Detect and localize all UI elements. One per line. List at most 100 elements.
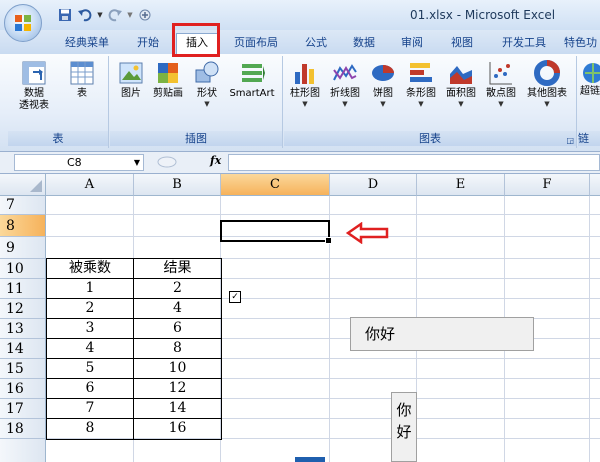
group-illustrations-label: 插图: [110, 131, 282, 146]
formula-input[interactable]: [228, 154, 600, 171]
shapes-label: 形状: [197, 88, 217, 99]
row-header-11[interactable]: 11: [0, 279, 46, 299]
dropdown-arrow-icon[interactable]: ▼: [126, 6, 134, 24]
bar-chart-label: 条形图: [406, 88, 436, 99]
row-header-8[interactable]: 8: [0, 215, 46, 237]
group-table-label: 表: [8, 131, 108, 146]
tab-home[interactable]: 开始: [128, 34, 168, 52]
redo-icon[interactable]: [106, 6, 124, 24]
table-cell[interactable]: 6: [46, 379, 134, 398]
table-cell[interactable]: 5: [46, 359, 134, 378]
dropdown-arrow-icon: ▼: [342, 100, 348, 108]
table-cell[interactable]: 8: [46, 419, 134, 438]
table-cell[interactable]: 14: [134, 399, 221, 418]
group-links: 超链 链: [578, 56, 600, 148]
row-header-10[interactable]: 10: [0, 259, 46, 279]
vertical-text-box[interactable]: 你好: [391, 392, 417, 462]
tab-featured[interactable]: 特色功: [564, 34, 600, 52]
column-chart-button[interactable]: 柱形图 ▼: [286, 60, 324, 109]
row-header-13[interactable]: 13: [0, 319, 46, 339]
table-cell[interactable]: 2: [134, 279, 221, 298]
fill-handle[interactable]: [325, 237, 332, 244]
table-cell[interactable]: 6: [134, 319, 221, 338]
save-icon[interactable]: [56, 6, 74, 24]
picture-button[interactable]: 图片: [114, 60, 148, 100]
tab-formulas[interactable]: 公式: [296, 34, 336, 52]
column-header-f[interactable]: F: [505, 174, 590, 196]
table-cell[interactable]: 2: [46, 299, 134, 318]
active-cell-c8[interactable]: [220, 220, 332, 244]
column-header-e[interactable]: E: [417, 174, 505, 196]
smartart-label: SmartArt: [229, 88, 275, 99]
table-cell[interactable]: 3: [46, 319, 134, 338]
pivot-table-button[interactable]: 数据 透视表: [14, 60, 54, 112]
tab-classic-menu[interactable]: 经典菜单: [58, 34, 116, 52]
doughnut-chart-icon: [534, 60, 560, 86]
table-cell[interactable]: 10: [134, 359, 221, 378]
ribbon: 数据 透视表 表 表 图片 剪贴画 形状 ▼ SmartArt 插图 柱形图 ▼…: [0, 54, 600, 152]
column-header-a[interactable]: A: [46, 174, 134, 196]
scatter-chart-button[interactable]: 散点图 ▼: [482, 60, 520, 109]
smartart-icon: [242, 64, 265, 82]
insert-function-button[interactable]: fx: [210, 154, 221, 167]
row-header-14[interactable]: 14: [0, 339, 46, 359]
picture-label: 图片: [121, 88, 141, 99]
group-table: 数据 透视表 表 表: [8, 56, 109, 148]
dropdown-arrow-icon[interactable]: ▼: [96, 6, 104, 24]
customize-icon[interactable]: [136, 6, 154, 24]
name-box[interactable]: C8 ▼: [14, 154, 144, 171]
table-cell[interactable]: 1: [46, 279, 134, 298]
area-chart-button[interactable]: 面积图 ▼: [442, 60, 480, 109]
table-cell[interactable]: 8: [134, 339, 221, 358]
tab-developer[interactable]: 开发工具: [496, 34, 552, 52]
table-cell[interactable]: 4: [134, 299, 221, 318]
row-header-18[interactable]: 18: [0, 419, 46, 439]
tab-page-layout[interactable]: 页面布局: [228, 34, 284, 52]
column-header-c[interactable]: C: [221, 174, 330, 196]
bar-chart-icon: [410, 63, 432, 82]
row-header-19[interactable]: [0, 439, 46, 462]
dropdown-arrow-icon: ▼: [458, 100, 464, 108]
column-header-g[interactable]: [590, 174, 600, 196]
tab-data[interactable]: 数据: [344, 34, 384, 52]
table-header-multiplicand[interactable]: 被乘数: [46, 259, 134, 278]
smartart-button[interactable]: SmartArt: [226, 60, 278, 100]
clipart-button[interactable]: 剪贴画: [148, 60, 188, 100]
row-header-9[interactable]: 9: [0, 237, 46, 259]
column-chart-icon: [295, 64, 314, 84]
table-cell[interactable]: 12: [134, 379, 221, 398]
select-all-corner[interactable]: [0, 174, 46, 196]
dropdown-arrow-icon: ▼: [498, 100, 504, 108]
table-header-result[interactable]: 结果: [134, 259, 221, 278]
tab-review[interactable]: 审阅: [392, 34, 432, 52]
tab-view[interactable]: 视图: [442, 34, 482, 52]
table-cell[interactable]: 16: [134, 419, 221, 438]
ribbon-tab-bar: 经典菜单 开始 插入 页面布局 公式 数据 审阅 视图 开发工具 特色功: [0, 30, 600, 55]
line-chart-button[interactable]: 折线图 ▼: [326, 60, 364, 109]
dropdown-arrow-icon[interactable]: ▼: [134, 155, 140, 170]
office-button[interactable]: [4, 4, 42, 42]
column-header-b[interactable]: B: [134, 174, 221, 196]
column-header-d[interactable]: D: [330, 174, 417, 196]
table-cell[interactable]: 7: [46, 399, 134, 418]
undo-icon[interactable]: [76, 6, 94, 24]
row-header-16[interactable]: 16: [0, 379, 46, 399]
row-header-7[interactable]: 7: [0, 196, 46, 215]
shapes-button[interactable]: 形状 ▼: [190, 60, 224, 109]
bar-chart-button[interactable]: 条形图 ▼: [402, 60, 440, 109]
table-cell[interactable]: 4: [46, 339, 134, 358]
table-button[interactable]: 表: [64, 60, 100, 100]
other-charts-button[interactable]: 其他图表 ▼: [522, 60, 572, 109]
hyperlink-button[interactable]: 超链: [580, 60, 600, 98]
name-box-value: C8: [67, 156, 82, 169]
form-checkbox[interactable]: ✓: [229, 291, 241, 303]
row-header-15[interactable]: 15: [0, 359, 46, 379]
dropdown-arrow-icon: ▼: [302, 100, 308, 108]
dialog-launcher-icon[interactable]: ◲: [566, 136, 574, 145]
annotation-arrow-icon: [345, 222, 389, 244]
pie-chart-button[interactable]: 饼图 ▼: [366, 60, 400, 109]
text-box[interactable]: 你好: [350, 317, 534, 351]
group-links-label: 链: [578, 131, 600, 146]
row-header-12[interactable]: 12: [0, 299, 46, 319]
row-header-17[interactable]: 17: [0, 399, 46, 419]
